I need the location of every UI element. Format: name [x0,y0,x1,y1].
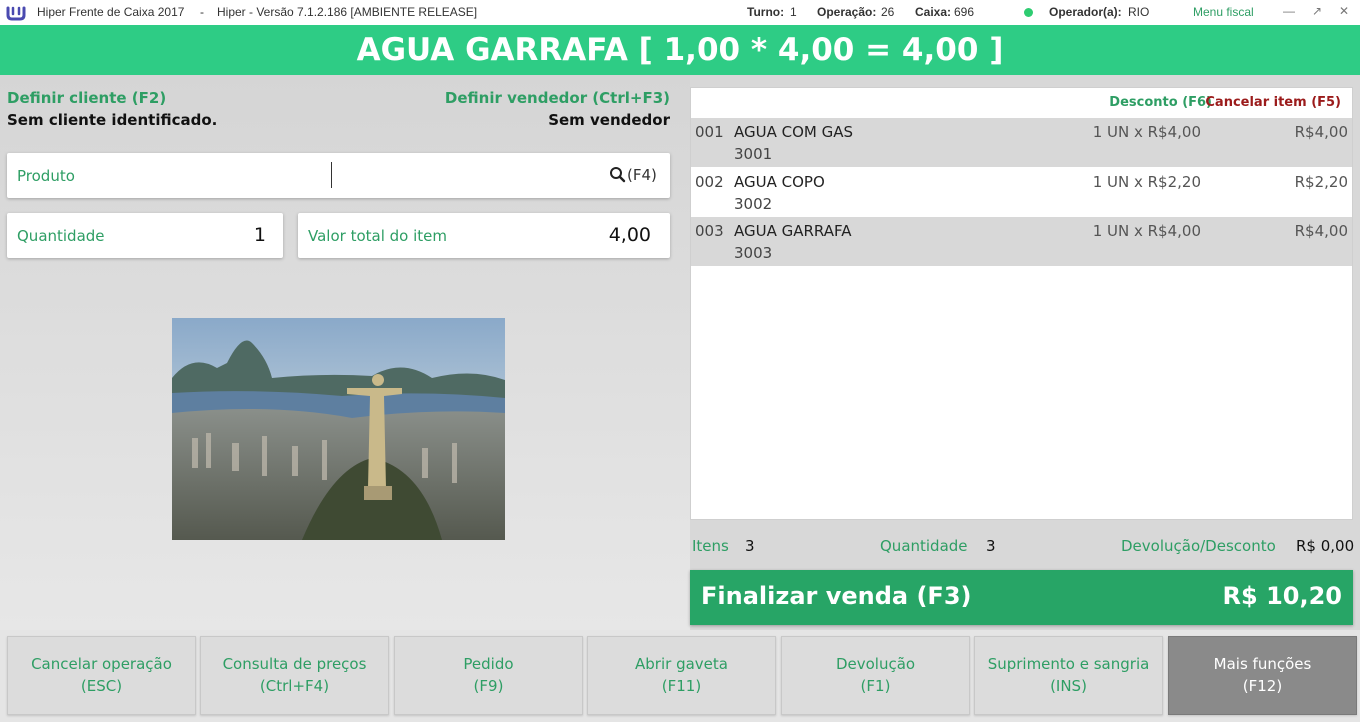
price-lookup-button[interactable]: Consulta de preços (Ctrl+F4) [200,636,389,715]
close-icon[interactable]: ✕ [1336,3,1352,19]
button-shortcut: (ESC) [80,677,123,695]
item-price: R$2,20 [1294,173,1348,191]
button-shortcut: (F11) [661,677,702,695]
item-quantity: 1 UN x R$4,00 [1092,123,1201,141]
caixa-label: Caixa: [915,5,952,19]
order-button[interactable]: Pedido (F9) [394,636,583,715]
button-label: Devolução [835,655,916,673]
item-code: 3002 [734,195,773,213]
discount-link[interactable]: Desconto (F6) [1109,95,1212,110]
menu-fiscal-link[interactable]: Menu fiscal [1193,5,1254,19]
total-quantity-label: Quantidade [880,537,968,555]
item-price: R$4,00 [1294,123,1348,141]
title-bar: Hiper Frente de Caixa 2017 - Hiper - Ver… [0,0,1360,25]
items-count-value: 3 [745,537,755,555]
supply-withdrawal-button[interactable]: Suprimento e sangria (INS) [974,636,1163,715]
item-number: 002 [695,173,724,191]
item-total-label: Valor total do item [308,227,447,245]
more-functions-button[interactable]: Mais funções (F12) [1168,636,1357,715]
button-shortcut: (F1) [860,677,891,695]
client-status: Sem cliente identificado. [7,111,218,129]
text-cursor [331,162,332,188]
item-quantity: 1 UN x R$4,00 [1092,222,1201,240]
list-item[interactable]: 003 AGUA GARRAFA 3003 1 UN x R$4,00 R$4,… [691,217,1352,266]
online-status-icon [1024,8,1033,17]
total-quantity-value: 3 [986,537,996,555]
return-discount-value: R$ 0,00 [1296,537,1355,555]
return-discount-label: Devolução/Desconto [1121,537,1276,555]
product-label: Produto [17,167,75,185]
operacao-value: 26 [881,5,895,19]
current-item-header: AGUA GARRAFA [ 1,00 * 4,00 = 4,00 ] [0,25,1360,75]
title-separator: - [200,5,204,19]
quantity-field[interactable]: Quantidade 1 [7,213,283,258]
button-shortcut: (Ctrl+F4) [259,677,330,695]
item-code: 3003 [734,244,773,262]
product-input[interactable]: Produto (F4) [7,153,670,198]
product-image [172,318,505,540]
minimize-icon[interactable]: — [1281,3,1297,19]
button-label: Suprimento e sangria [987,655,1150,673]
turno-value: 1 [790,5,797,19]
sale-items-list: Desconto (F6) Cancelar item (F5) 001 AGU… [690,87,1353,520]
operador-value: RIO [1128,5,1150,19]
cancel-operation-button[interactable]: Cancelar operação (ESC) [7,636,196,715]
button-label: Cancelar operação [31,655,172,673]
item-price: R$4,00 [1294,222,1348,240]
item-number: 003 [695,222,724,240]
item-description: AGUA GARRAFA [734,222,852,240]
quantity-label: Quantidade [17,227,105,245]
item-total-field[interactable]: Valor total do item 4,00 [298,213,670,258]
items-count-label: Itens [692,537,729,555]
search-shortcut[interactable]: (F4) [627,166,657,184]
finalize-sale-label: Finalizar venda (F3) [701,582,972,610]
item-description: AGUA COM GAS [734,123,854,141]
restore-window-icon[interactable]: ↗ [1309,3,1325,19]
operador-label: Operador(a): [1049,5,1122,19]
item-code: 3001 [734,145,773,163]
hiper-logo-icon [6,6,26,21]
app-version: Hiper - Versão 7.1.2.186 [AMBIENTE RELEA… [217,5,478,19]
caixa-value: 696 [954,5,975,19]
button-label: Mais funções [1213,655,1312,673]
button-shortcut: (INS) [1050,677,1087,695]
app-title: Hiper Frente de Caixa 2017 [37,5,185,19]
item-quantity: 1 UN x R$2,20 [1092,173,1201,191]
quantity-value[interactable]: 1 [254,224,266,246]
seller-status: Sem vendedor [548,111,670,129]
return-button[interactable]: Devolução (F1) [781,636,970,715]
define-client-link[interactable]: Definir cliente (F2) [7,89,166,107]
item-description: AGUA COPO [734,173,825,191]
item-number: 001 [695,123,724,141]
button-label: Abrir gaveta [635,655,728,673]
button-shortcut: (F12) [1242,677,1283,695]
sale-total: R$ 10,20 [1222,582,1342,610]
finalize-sale-button[interactable]: Finalizar venda (F3) R$ 10,20 [690,570,1353,625]
item-total-value[interactable]: 4,00 [609,224,651,246]
open-drawer-button[interactable]: Abrir gaveta (F11) [587,636,776,715]
list-item[interactable]: 002 AGUA COPO 3002 1 UN x R$2,20 R$2,20 [691,168,1352,217]
button-label: Consulta de preços [222,655,367,673]
search-icon[interactable] [608,165,628,185]
turno-label: Turno: [747,5,785,19]
button-shortcut: (F9) [473,677,504,695]
cancel-item-link[interactable]: Cancelar item (F5) [1205,95,1341,110]
define-seller-link[interactable]: Definir vendedor (Ctrl+F3) [445,89,670,107]
list-item[interactable]: 001 AGUA COM GAS 3001 1 UN x R$4,00 R$4,… [691,118,1352,167]
operacao-label: Operação: [817,5,877,19]
button-label: Pedido [463,655,514,673]
